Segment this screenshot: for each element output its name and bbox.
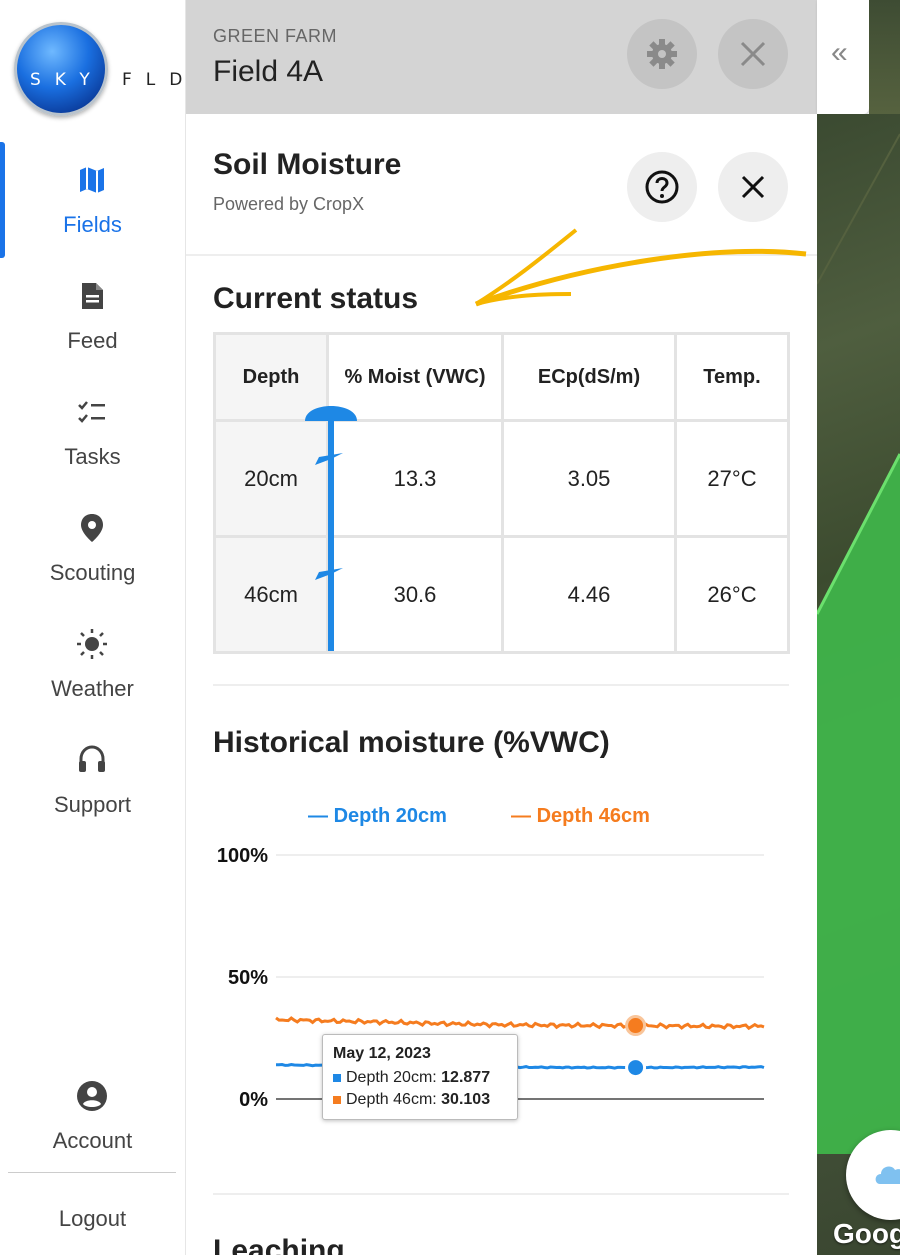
sidebar-item-weather[interactable]: Weather [0,606,185,710]
logout-button[interactable]: Logout [0,1206,185,1232]
sidebar: SKY FLD Fields Feed Tasks Scouting Weath… [0,0,186,1255]
sidebar-item-label: Feed [67,328,118,353]
leaching-heading: Leaching [213,1234,345,1255]
y-tick-label: 100% [217,845,268,867]
tooltip-row-46cm: Depth 46cm: 30.103 [333,1091,490,1109]
satellite-map[interactable] [817,114,900,1255]
tooltip-label: Depth 46cm: [346,1091,442,1108]
y-tick-label: 50% [228,967,268,989]
collapse-panel-button[interactable]: « [817,0,869,114]
account-icon [77,1081,107,1111]
sidebar-item-tasks[interactable]: Tasks [0,374,185,478]
table-cell: 4.46 [501,535,677,654]
close-panel-button[interactable] [718,152,788,222]
app-logo[interactable]: SKY FLD [14,22,184,116]
help-button[interactable] [627,152,697,222]
sidebar-item-fields[interactable]: Fields [0,142,185,258]
settings-button[interactable] [627,19,697,89]
table-cell: 27°C [674,419,790,538]
series-line-46cm [275,1016,765,1031]
historical-moisture-heading: Historical moisture (%VWC) [213,726,610,759]
gear-icon [647,39,677,69]
current-status-heading: Current status [213,282,419,315]
question-mark-icon [645,170,679,204]
sidebar-item-account[interactable]: Account [0,1058,185,1162]
checklist-icon [78,401,105,423]
column-header: Temp. [674,332,790,422]
tooltip-value: 30.103 [441,1091,491,1108]
table-cell: 3.05 [501,419,677,538]
soil-probe-icon [305,406,357,651]
chart-tooltip: May 12, 2023 Depth 20cm: 12.877 Depth 46… [322,1034,518,1120]
legend-swatch [333,1096,341,1104]
tooltip-value: 12.877 [441,1069,491,1086]
sun-icon [77,629,107,659]
headset-icon [79,745,105,772]
column-header: ECp(dS/m) [501,332,677,422]
divider [213,1193,789,1195]
sidebar-item-label: Fields [63,212,122,237]
logo-text-inner: SKY [30,70,104,90]
double-chevron-left-icon: « [831,36,848,69]
field-boundary [817,133,900,1154]
field-name: Field 4A [213,55,324,88]
table-row: 46cm 30.6 4.46 26°C [213,535,790,654]
panel-title: Soil Moisture [213,148,402,181]
cloud-icon [875,1166,900,1184]
field-header: GREEN FARM Field 4A [186,0,817,114]
sidebar-item-label: Support [53,792,132,817]
highlight-point[interactable] [625,1015,647,1037]
legend-swatch [333,1074,341,1082]
divider [8,1172,176,1173]
map-attribution: Goog [833,1218,900,1249]
close-icon [740,41,766,67]
account-label: Account [52,1128,133,1153]
map-icon [80,167,104,193]
legend-item-46cm[interactable]: — Depth 46cm [511,805,650,827]
sidebar-item-label: Weather [51,676,134,701]
status-table: Depth % Moist (VWC) ECp(dS/m) Temp. 20cm… [213,332,790,654]
document-icon [82,283,103,309]
sidebar-item-label: Tasks [64,444,121,469]
close-icon [741,175,765,199]
close-field-button[interactable] [718,19,788,89]
map-area-top [869,0,900,114]
y-tick-label: 0% [239,1089,268,1111]
tooltip-date: May 12, 2023 [333,1045,431,1062]
tooltip-label: Depth 20cm: [346,1069,442,1086]
location-pin-icon [81,514,103,542]
sidebar-item-feed[interactable]: Feed [0,258,185,362]
y-axis: 0% 50% 100% [217,845,268,1111]
divider [213,684,789,686]
table-row: 20cm 13.3 3.05 27°C [213,419,790,538]
farm-name: GREEN FARM [213,26,338,46]
highlight-point[interactable] [625,1057,647,1079]
table-header-row: Depth % Moist (VWC) ECp(dS/m) Temp. [213,332,790,422]
table-cell: 26°C [674,535,790,654]
annotation-arrow [474,228,807,307]
panel-subtitle: Powered by CropX [213,194,365,214]
legend-item-20cm[interactable]: — Depth 20cm [308,805,447,827]
soil-moisture-panel: Soil Moisture Powered by CropX Current s… [186,114,817,1255]
sidebar-item-scouting[interactable]: Scouting [0,490,185,594]
tooltip-row-20cm: Depth 20cm: 12.877 [333,1069,490,1087]
globe-logo-icon [14,22,108,116]
sidebar-item-support[interactable]: Support [0,722,185,826]
sidebar-item-label: Scouting [49,560,136,585]
